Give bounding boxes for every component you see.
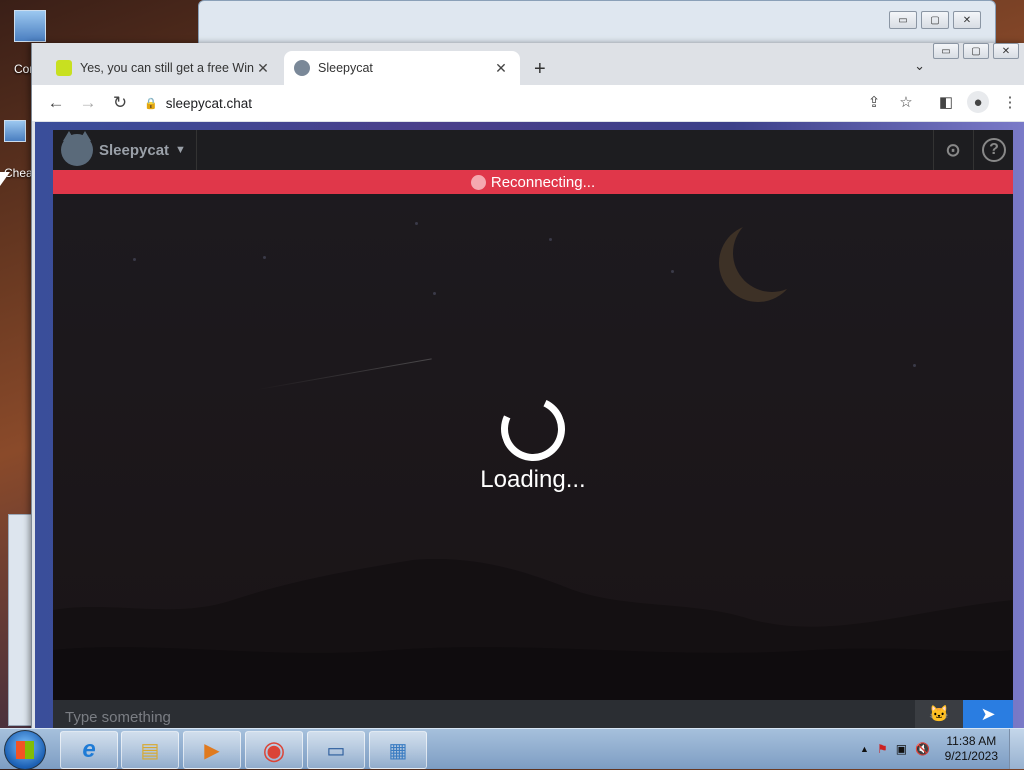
show-desktop-button[interactable]	[1009, 729, 1024, 769]
network-icon[interactable]: ▣	[896, 742, 907, 756]
tab-strip: Yes, you can still get a free Windo ✕ Sl…	[32, 43, 1024, 85]
app-header: Sleepycat ▼ ⊙ ?	[53, 130, 1013, 170]
tab-close-button[interactable]: ✕	[254, 60, 272, 77]
url-text[interactable]: sleepycat.chat	[166, 96, 252, 111]
reload-button[interactable]: ↻	[104, 93, 136, 113]
help-icon: ?	[982, 138, 1006, 162]
star-icon	[263, 256, 266, 259]
taskbar-internet-explorer[interactable]: e	[60, 731, 118, 769]
taskbar: e ▤ ▶ ◉ ▭ ▦ ▲ ⚑ ▣ 🔇 11:38 AM 9/21/2023	[0, 728, 1024, 770]
star-icon	[433, 292, 436, 295]
internet-explorer-icon: e	[82, 736, 96, 763]
folder-icon: ▤	[140, 739, 160, 762]
user-button[interactable]: ⊙	[933, 130, 972, 170]
action-center-flag-icon[interactable]: ⚑	[877, 742, 888, 756]
minimize-button[interactable]: ▭	[933, 43, 959, 59]
close-button[interactable]: ✕	[953, 11, 981, 29]
status-dot-icon	[470, 174, 486, 190]
minimize-button[interactable]: ▭	[889, 11, 917, 29]
taskbar-chrome[interactable]: ◉	[245, 731, 303, 769]
send-button[interactable]: ➤	[963, 700, 1013, 728]
taskbar-control-panel[interactable]: ▦	[369, 731, 427, 769]
control-panel-icon: ▦	[388, 739, 408, 762]
brand-menu[interactable]: Sleepycat ▼	[53, 130, 197, 170]
close-button[interactable]: ✕	[993, 43, 1019, 59]
tab-title: Sleepycat	[318, 61, 373, 75]
browser-window: Yes, you can still get a free Windo ✕ Sl…	[31, 43, 1024, 728]
tab-search-button[interactable]: ⌄	[914, 58, 925, 74]
show-hidden-icons-button[interactable]: ▲	[860, 744, 869, 754]
system-tray: ▲ ⚑ ▣ 🔇	[860, 729, 930, 769]
message-composer: 🐱 ➤	[53, 700, 1013, 728]
tab-close-button[interactable]: ✕	[492, 60, 510, 77]
volume-muted-icon[interactable]: 🔇	[915, 742, 930, 756]
forward-button[interactable]: →	[72, 93, 104, 113]
clock-time: 11:38 AM	[946, 734, 997, 748]
clock[interactable]: 11:38 AM 9/21/2023	[945, 734, 998, 764]
side-panel-icon[interactable]: ◧	[935, 91, 957, 113]
user-icon: ⊙	[945, 139, 961, 160]
star-icon	[133, 258, 136, 261]
brand-name: Sleepycat	[99, 141, 170, 159]
clock-date: 9/21/2023	[944, 749, 998, 763]
reconnecting-banner: Reconnecting...	[53, 170, 1013, 194]
maximize-button[interactable]: ▢	[921, 11, 949, 29]
night-sky-background: Loading...	[53, 194, 1013, 700]
star-icon	[415, 222, 418, 225]
page-content: Sleepycat ▼ ⊙ ? Reconnecting... Loading.…	[35, 122, 1024, 728]
cat-logo-icon	[61, 131, 93, 166]
help-button[interactable]: ?	[973, 130, 1014, 170]
start-button[interactable]	[4, 730, 46, 770]
shooting-star	[254, 358, 432, 391]
site-favicon-icon	[56, 60, 72, 76]
tab-sleepycat[interactable]: Sleepycat ✕	[284, 51, 520, 85]
shortcut-icon	[4, 120, 26, 142]
share-icon[interactable]: ⇪	[863, 91, 885, 113]
loading-spinner-icon	[491, 387, 575, 471]
loading-text: Loading...	[480, 466, 586, 493]
window-icon: ▭	[326, 739, 346, 762]
chrome-icon: ◉	[262, 734, 286, 765]
maximize-button[interactable]: ▢	[963, 43, 989, 59]
mouse-cursor-icon	[0, 172, 10, 186]
profile-avatar-icon[interactable]: ●	[967, 91, 989, 113]
address-bar[interactable]: 🔒 sleepycat.chat	[144, 89, 924, 117]
lock-icon[interactable]: 🔒	[144, 97, 158, 110]
taskbar-file-explorer[interactable]: ▤	[121, 731, 179, 769]
bookmark-star-icon[interactable]: ☆	[895, 91, 917, 113]
message-input[interactable]	[53, 700, 915, 728]
cat-emote-button[interactable]: 🐱	[915, 700, 963, 728]
moon-icon	[733, 214, 811, 292]
tab-windows-article[interactable]: Yes, you can still get a free Windo ✕	[46, 51, 282, 85]
cat-favicon-icon	[294, 60, 310, 76]
media-player-icon: ▶	[204, 739, 220, 762]
star-icon	[549, 238, 552, 241]
computer-icon	[14, 10, 46, 42]
tab-title: Yes, you can still get a free Windo	[80, 61, 254, 75]
star-icon	[913, 364, 916, 367]
menu-icon[interactable]: ⋮	[999, 91, 1021, 113]
back-button[interactable]: ←	[40, 93, 72, 113]
taskbar-media-player[interactable]: ▶	[183, 731, 241, 769]
star-icon	[671, 270, 674, 273]
windows-logo-icon	[16, 741, 34, 759]
browser-toolbar: ← → ↻ 🔒 sleepycat.chat ⇪ ☆ ◧ ● ⋮	[32, 85, 1024, 121]
desktop-icon-cheat[interactable]: Chea	[4, 120, 33, 180]
chevron-down-icon: ▼	[175, 144, 186, 156]
banner-text: Reconnecting...	[490, 173, 596, 191]
taskbar-app-window[interactable]: ▭	[307, 731, 365, 769]
mountain-silhouette	[53, 559, 1013, 700]
new-tab-button[interactable]: +	[534, 58, 546, 81]
